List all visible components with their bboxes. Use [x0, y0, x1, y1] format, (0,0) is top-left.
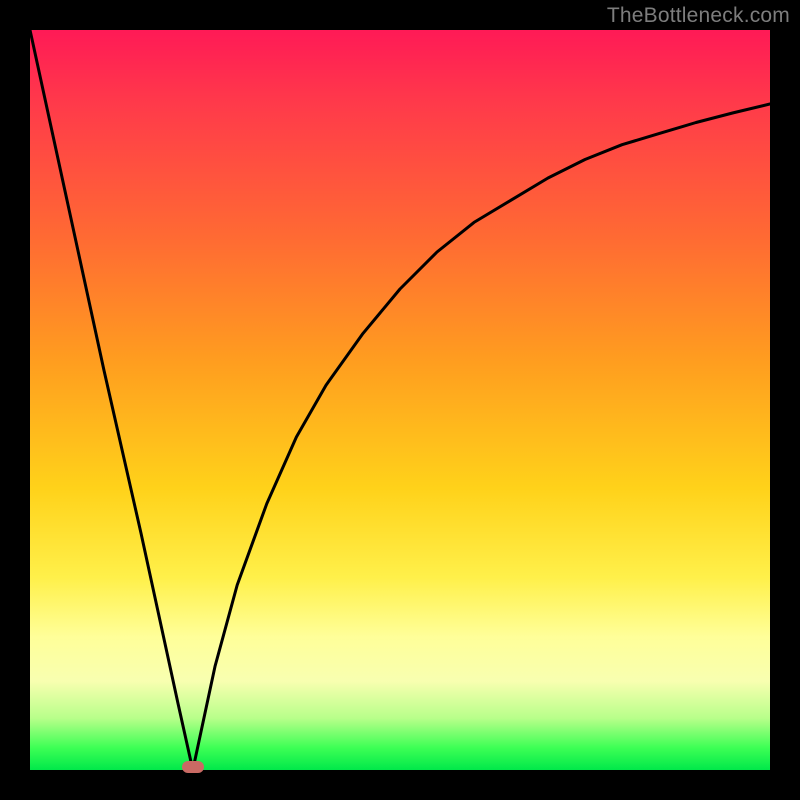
- plot-area: [30, 30, 770, 770]
- minimum-marker: [182, 761, 204, 773]
- watermark-text: TheBottleneck.com: [607, 4, 790, 28]
- curve-path: [30, 30, 770, 770]
- bottleneck-curve: [30, 30, 770, 770]
- chart-frame: TheBottleneck.com: [0, 0, 800, 800]
